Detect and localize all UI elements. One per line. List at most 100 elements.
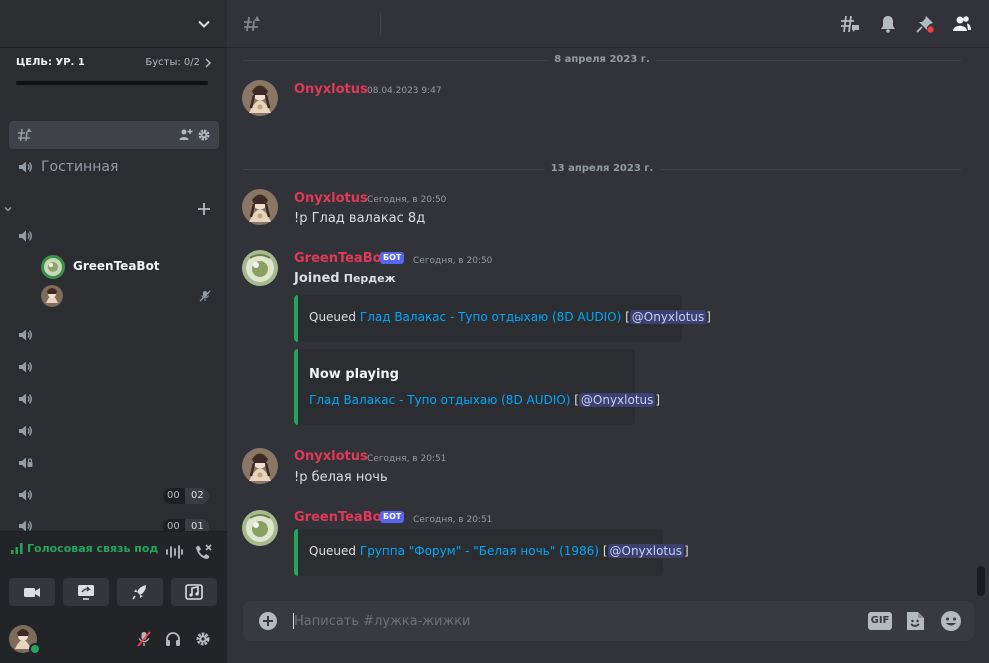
voice-channel-item[interactable] [9, 385, 219, 413]
voice-user-onyxlotus[interactable] [41, 285, 219, 309]
screen-share-button[interactable] [63, 578, 109, 606]
voice-channel-item[interactable] [9, 222, 219, 250]
disconnect-icon[interactable] [194, 544, 212, 560]
embed-prefix: Queued [309, 310, 357, 324]
chevron-down-icon[interactable] [4, 205, 12, 213]
speaker-icon [17, 228, 33, 244]
chevron-down-icon[interactable] [197, 17, 211, 31]
message-author[interactable]: Onyxlotus [294, 191, 368, 206]
emoji-icon[interactable] [940, 610, 962, 632]
avatar [41, 255, 65, 279]
scrollbar-thumb[interactable] [977, 566, 985, 596]
queued-embed: Queued Глад Валакас - Тупо отдыхаю (8D A… [294, 295, 711, 342]
speaker-icon [17, 423, 33, 439]
voice-channel-item-locked[interactable] [9, 449, 219, 477]
text-channel-icon [243, 15, 261, 33]
avatar[interactable] [242, 80, 278, 116]
gif-button[interactable]: GIF [868, 612, 892, 630]
embed-content: Queued Группа "Форум" - "Белая ночь" (19… [309, 544, 689, 558]
user-panel [0, 611, 227, 663]
boost-count-label: Бусты: 0/2 [145, 57, 200, 68]
user-limit: 02 [185, 488, 209, 504]
voice-channel-item-lounge[interactable]: Гостинная [9, 153, 219, 181]
gear-icon[interactable] [195, 631, 211, 647]
threads-icon[interactable] [840, 15, 860, 33]
embed-content: Глад Валакас - Тупо отдыхаю (8D AUDIO) [… [309, 393, 661, 407]
embed-content: Queued Глад Валакас - Тупо отдыхаю (8D A… [309, 310, 711, 324]
bot-badge: БОТ [380, 252, 405, 264]
camera-button[interactable] [9, 578, 55, 606]
joined-label: Joined [294, 271, 340, 286]
date-divider: 13 апреля 2023 г. [243, 163, 961, 174]
message-content: !p белая ночь [294, 470, 388, 485]
user-mention[interactable]: @Onyxlotus [629, 310, 707, 324]
user-mention[interactable]: @Onyxlotus [578, 393, 656, 407]
bot-badge: БОТ [380, 511, 405, 523]
avatar[interactable] [242, 189, 278, 225]
text-channel-icon [17, 127, 33, 143]
message-author[interactable]: Onyxlotus [294, 449, 368, 464]
speaker-icon [17, 359, 33, 375]
message-content: Joined Пердеж [294, 271, 396, 286]
speaker-icon [17, 159, 33, 175]
voice-channel-item[interactable] [9, 417, 219, 445]
speaker-icon [17, 327, 33, 343]
track-link[interactable]: Группа "Форум" - "Белая ночь" (1986) [360, 544, 599, 558]
message-content: !p Глад валакас 8д [294, 211, 426, 226]
sticker-icon[interactable] [904, 610, 926, 632]
message-timestamp: 08.04.2023 9:47 [367, 86, 442, 96]
channel-sidebar: ЦЕЛЬ: УР. 1 Бусты: 0/2 Гостинная GreenTe… [0, 0, 227, 663]
avatar [41, 285, 63, 307]
embed-title: Now playing [309, 367, 399, 382]
user-count: 00 [163, 488, 185, 504]
voice-channel-item[interactable]: 00 02 [9, 481, 219, 509]
headphones-icon[interactable] [165, 631, 181, 647]
track-link[interactable]: Глад Валакас - Тупо отдыхаю (8D AUDIO) [309, 393, 570, 407]
mic-muted-icon [199, 290, 211, 302]
text-channel-item[interactable] [9, 121, 219, 149]
boost-goal-label: ЦЕЛЬ: УР. 1 [16, 57, 85, 68]
voice-channel-item[interactable] [9, 321, 219, 349]
mic-muted-icon[interactable] [136, 631, 152, 647]
activity-button[interactable] [117, 578, 163, 606]
gear-icon[interactable] [197, 128, 211, 142]
chevron-right-icon[interactable] [204, 58, 212, 68]
notification-bell-icon[interactable] [879, 15, 897, 33]
channel-category[interactable] [4, 200, 219, 218]
voice-status-text[interactable]: Голосовая связь под [27, 542, 158, 555]
message-author[interactable]: GreenTeaBot [294, 510, 388, 525]
pinned-messages-icon[interactable] [916, 15, 934, 33]
server-header[interactable] [0, 0, 227, 48]
track-link[interactable]: Глад Валакас - Тупо отдыхаю (8D AUDIO) [360, 310, 621, 324]
message-composer: GIF [243, 601, 974, 641]
create-channel-icon[interactable] [197, 202, 211, 216]
message-author[interactable]: Onyxlotus [294, 82, 368, 97]
speaker-icon [17, 391, 33, 407]
signal-strength-icon[interactable] [11, 543, 23, 554]
header-divider [380, 12, 381, 36]
soundboard-button[interactable] [171, 578, 217, 606]
message-timestamp: Сегодня, в 20:50 [413, 256, 493, 266]
boost-progress-row[interactable]: ЦЕЛЬ: УР. 1 Бусты: 0/2 [16, 57, 212, 69]
bot-avatar[interactable] [242, 510, 278, 546]
speaker-lock-icon [17, 455, 33, 471]
attach-plus-icon[interactable] [258, 611, 278, 631]
invite-user-icon[interactable] [179, 128, 193, 142]
user-mention[interactable]: @Onyxlotus [607, 544, 684, 558]
bot-avatar[interactable] [242, 250, 278, 286]
member-list-icon[interactable] [952, 15, 972, 33]
noise-suppression-icon[interactable] [165, 545, 183, 559]
message-input[interactable] [294, 610, 844, 632]
queued-embed: Queued Группа "Форум" - "Белая ночь" (19… [294, 529, 689, 576]
voice-channel-item[interactable] [9, 353, 219, 381]
avatar[interactable] [242, 448, 278, 484]
now-playing-embed: Now playing Глад Валакас - Тупо отдыхаю … [294, 349, 660, 425]
channel-header [227, 0, 989, 48]
online-status-indicator [29, 643, 41, 655]
joined-channel: Пердеж [343, 272, 396, 285]
boost-progress-bar [16, 81, 208, 85]
message-timestamp: Сегодня, в 20:51 [367, 454, 447, 464]
voice-user-greenteabot[interactable]: GreenTeaBot [41, 255, 219, 279]
date-divider-label: 13 апреля 2023 г. [544, 163, 660, 174]
message-author[interactable]: GreenTeaBot [294, 251, 388, 266]
